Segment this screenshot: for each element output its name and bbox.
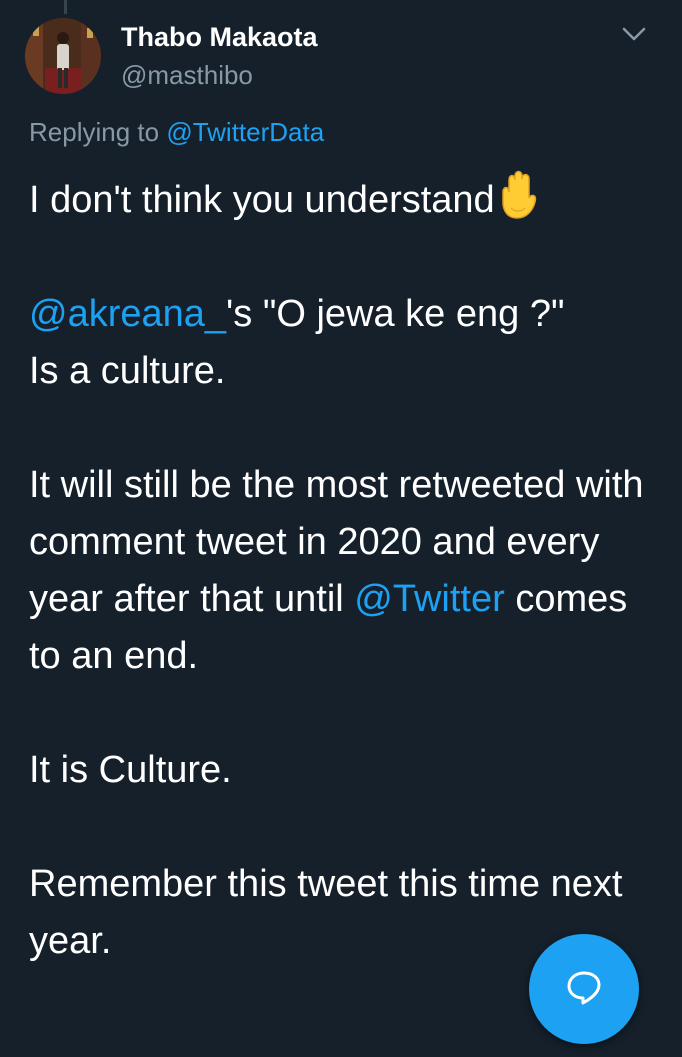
author-display-name[interactable]: Thabo Makaota — [121, 22, 318, 53]
tweet-text-segment: 's "O jewa ke eng ?" — [226, 293, 565, 335]
replying-to-label: Replying to — [29, 117, 160, 147]
chevron-down-icon[interactable] — [620, 24, 648, 44]
raised-hand-emoji-icon — [495, 170, 539, 220]
mention-akreana-link[interactable]: @akreana_ — [29, 293, 226, 335]
tweet-paragraph: @akreana_'s "O jewa ke eng ?" Is a cultur… — [29, 286, 649, 400]
author-handle[interactable]: @masthibo — [121, 60, 253, 91]
tweet-text-segment: Remember this tweet this time next year. — [29, 863, 623, 962]
tweet-text-segment: It is Culture. — [29, 749, 232, 791]
reply-fab-button[interactable] — [529, 934, 639, 1044]
thread-connector-line — [64, 0, 67, 14]
mention-twitter-link[interactable]: @Twitter — [354, 578, 504, 620]
replying-to-mention-link[interactable]: @TwitterData — [166, 117, 324, 147]
tweet-paragraph: I don't think you understand — [29, 170, 649, 229]
tweet-paragraph: It is Culture. — [29, 742, 649, 799]
tweet-paragraph: It will still be the most retweeted with… — [29, 457, 649, 685]
tweet-text: I don't think you understand @akreana_'s… — [29, 170, 649, 970]
avatar[interactable] — [25, 18, 101, 94]
replying-to-line: Replying to @TwitterData — [29, 117, 324, 148]
tweet-text-segment: I don't think you understand — [29, 179, 495, 221]
tweet-text-segment: Is a culture. — [29, 350, 226, 392]
reply-bubble-icon — [564, 967, 604, 1012]
